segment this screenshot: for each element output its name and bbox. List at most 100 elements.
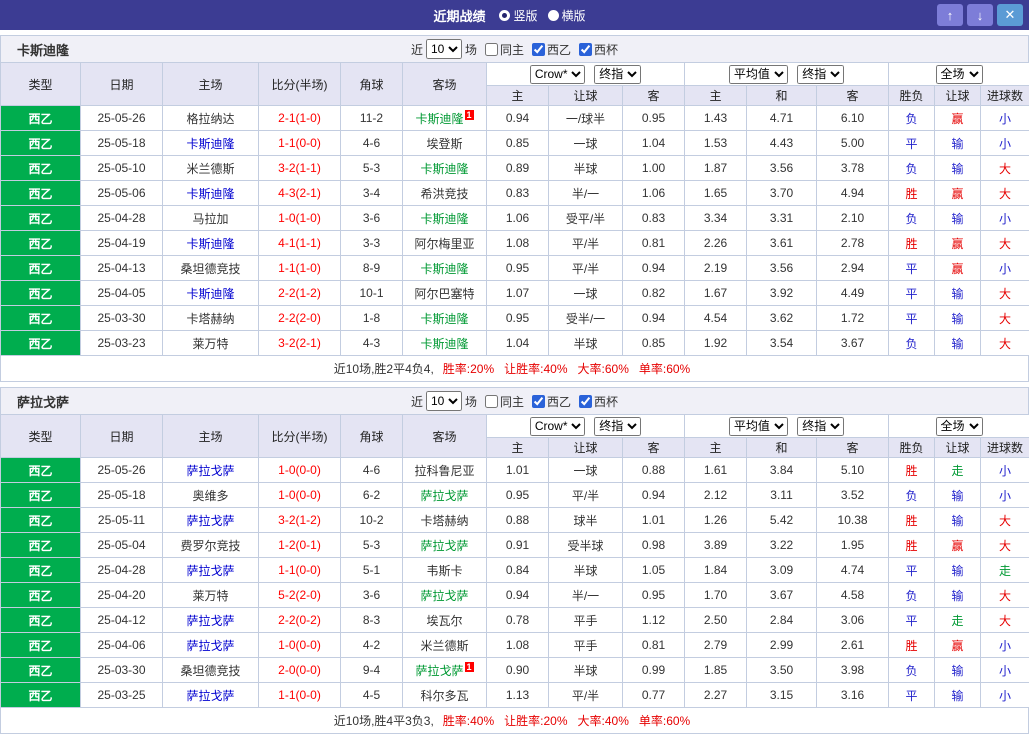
same-home-checkbox[interactable] [484,42,498,56]
away-team-name[interactable]: 科尔多瓦 [420,689,468,703]
home-team-name[interactable]: 桑坦德竞技 [180,262,240,276]
same-home-filter[interactable]: 同主 [484,393,524,410]
match-result: 负 [888,330,936,356]
horizontal-layout-label[interactable]: 横版 [562,7,586,24]
asian-odds-away: 0.83 [621,205,686,231]
away-team-name[interactable]: 米兰德斯 [420,639,468,653]
bookmaker-select[interactable]: Crow* [529,64,585,84]
league-checkbox[interactable] [532,42,545,56]
away-team-name[interactable]: 萨拉戈萨 [420,539,468,553]
match-row: 西乙 25-04-13 桑坦德竞技 1-1(1-0) 8-9 卡斯迪隆 0.95 平/半 0.9… [0,255,1029,281]
away-team-name[interactable]: 卡斯迪隆 [420,312,468,326]
away-team-name[interactable]: 卡斯迪隆 [420,212,468,226]
goals-result: 大 [980,330,1029,356]
euro-odds-away: 1.95 [816,532,890,558]
away-team-name[interactable]: 阿尔巴塞特 [414,287,474,301]
asian-odds-away: 0.81 [621,230,686,256]
home-team-name[interactable]: 萨拉戈萨 [186,514,234,528]
final-odds-select[interactable]: 终指 [594,416,642,436]
corners: 9-4 [340,657,403,683]
home-team-name[interactable]: 卡斯迪隆 [186,237,234,251]
asian-odds-home: 0.90 [486,657,549,683]
away-team-name[interactable]: 拉科鲁尼亚 [414,464,474,478]
match-count-select[interactable]: 10 [425,391,462,411]
match-count-select[interactable]: 10 [425,39,462,59]
away-team-name[interactable]: 萨拉戈萨 [415,664,463,678]
home-team-name[interactable]: 萨拉戈萨 [186,564,234,578]
euro-odds-draw: 3.54 [746,330,818,356]
away-team-name[interactable]: 卡斯迪隆 [415,112,463,126]
home-team-name[interactable]: 卡塔赫纳 [186,312,234,326]
col-header-goals: 进球数 [980,85,1029,106]
euro-odds-draw: 3.56 [746,155,818,181]
home-team-name[interactable]: 萨拉戈萨 [186,464,234,478]
away-team-name[interactable]: 埃瓦尔 [426,614,462,628]
home-team-name[interactable]: 奥维多 [192,489,228,503]
away-team-name[interactable]: 埃登斯 [426,137,462,151]
asian-handicap: 受半/一 [548,305,623,331]
asian-odds-home: 1.13 [486,682,549,708]
match-date: 25-03-30 [80,305,163,331]
cup-filter[interactable]: 西杯 [579,393,618,410]
away-team-name[interactable]: 希洪竞技 [420,187,468,201]
home-team-name[interactable]: 卡斯迪隆 [186,287,234,301]
average-select[interactable]: 平均值 [728,416,788,436]
home-team-name[interactable]: 莱万特 [192,589,228,603]
asian-odds-away: 0.99 [621,657,686,683]
final-odds-select[interactable]: 终指 [594,64,642,84]
home-team-name[interactable]: 格拉纳达 [186,112,234,126]
away-team-name[interactable]: 萨拉戈萨 [420,589,468,603]
scroll-up-icon[interactable]: ↑ [937,4,963,26]
home-team-name[interactable]: 莱万特 [192,337,228,351]
col-header-euro-draw: 和 [746,85,818,106]
cup-checkbox[interactable] [579,42,593,56]
league-filter[interactable]: 西乙 [532,393,571,410]
cup-checkbox[interactable] [579,394,593,408]
euro-odds-home: 3.34 [684,205,748,231]
home-team-cell: 桑坦德竞技 [162,255,259,281]
away-team-name[interactable]: 卡塔赫纳 [420,514,468,528]
home-team-name[interactable]: 米兰德斯 [186,162,234,176]
match-row: 西乙 25-05-26 萨拉戈萨 1-0(0-0) 4-6 拉科鲁尼亚 1.01 一球 0.88… [0,457,1029,483]
home-team-cell: 萨拉戈萨 [162,557,259,583]
close-icon[interactable]: ✕ [997,4,1023,26]
home-team-name[interactable]: 萨拉戈萨 [186,614,234,628]
home-team-name[interactable]: 萨拉戈萨 [186,689,234,703]
scroll-down-icon[interactable]: ↓ [967,4,993,26]
home-team-name[interactable]: 卡斯迪隆 [186,137,234,151]
home-team-name[interactable]: 马拉加 [192,212,228,226]
score: 3-2(1-2) [258,507,341,533]
vertical-layout-radio[interactable] [499,9,511,21]
euro-odds-home: 1.67 [684,280,748,306]
league-checkbox[interactable] [532,394,545,408]
asian-odds-home: 0.83 [486,180,549,206]
match-row: 西乙 25-03-30 桑坦德竞技 2-0(0-0) 9-4 萨拉戈萨 1 0.90 半球 0.9… [0,657,1029,683]
home-team-name[interactable]: 桑坦德竞技 [180,664,240,678]
final-odds-select-2[interactable]: 终指 [797,416,845,436]
scope-select[interactable]: 全场 [935,64,983,84]
scope-select[interactable]: 全场 [935,416,983,436]
euro-odds-draw: 5.42 [746,507,818,533]
same-home-checkbox[interactable] [484,394,498,408]
away-team-name[interactable]: 阿尔梅里亚 [414,237,474,251]
away-team-name[interactable]: 卡斯迪隆 [420,337,468,351]
away-team-name[interactable]: 卡斯迪隆 [420,262,468,276]
away-team-name[interactable]: 卡斯迪隆 [420,162,468,176]
cup-filter[interactable]: 西杯 [579,41,618,58]
match-date: 25-05-18 [80,482,163,508]
league-filter[interactable]: 西乙 [532,41,571,58]
away-team-name[interactable]: 韦斯卡 [426,564,462,578]
final-odds-select-2[interactable]: 终指 [797,64,845,84]
titlebar-center: 近期战绩 竖版 横版 [0,6,1029,25]
average-select[interactable]: 平均值 [728,64,788,84]
home-team-name[interactable]: 萨拉戈萨 [186,639,234,653]
home-team-name[interactable]: 费罗尔竞技 [180,539,240,553]
home-team-name[interactable]: 卡斯迪隆 [186,187,234,201]
horizontal-layout-radio[interactable] [547,9,559,21]
vertical-layout-label[interactable]: 竖版 [513,7,537,24]
league-type: 西乙 [0,582,81,608]
bookmaker-select[interactable]: Crow* [529,416,585,436]
same-home-filter[interactable]: 同主 [484,41,524,58]
away-team-name[interactable]: 萨拉戈萨 [420,489,468,503]
corners: 3-3 [340,230,403,256]
